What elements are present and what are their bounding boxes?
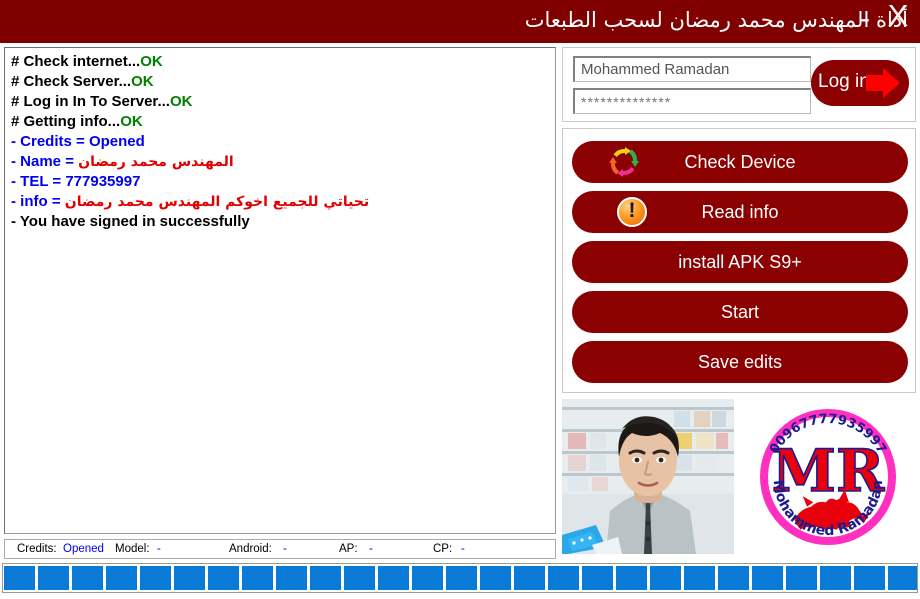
progress-segment bbox=[106, 566, 137, 590]
check-device-button[interactable]: Check Device bbox=[572, 141, 908, 183]
start-button[interactable]: Start bbox=[572, 291, 908, 333]
status-cp-label: CP: bbox=[433, 543, 453, 555]
progress-bar bbox=[2, 563, 918, 593]
progress-segment bbox=[786, 566, 817, 590]
status-bar: Credits: Opened Model: - Android: - AP: … bbox=[4, 539, 556, 559]
progress-segment bbox=[208, 566, 239, 590]
log-line: - info = تحياتي للجميع اخوكم المهندس محم… bbox=[11, 193, 370, 210]
status-cp-value: - bbox=[461, 543, 465, 555]
log-output-panel[interactable]: # Check internet...OK # Check Server...OK… bbox=[4, 47, 556, 534]
status-android-value: - bbox=[283, 543, 287, 555]
developer-photo bbox=[562, 399, 734, 554]
progress-segment bbox=[854, 566, 885, 590]
progress-segment bbox=[174, 566, 205, 590]
login-button[interactable]: Log in bbox=[811, 60, 909, 106]
progress-segment bbox=[820, 566, 851, 590]
save-edits-label: Save edits bbox=[697, 352, 783, 372]
progress-segment bbox=[310, 566, 341, 590]
refresh-cycle-icon bbox=[608, 146, 640, 178]
progress-segment bbox=[140, 566, 171, 590]
log-line: # Check internet...OK bbox=[11, 53, 163, 70]
status-model-value: - bbox=[157, 543, 161, 555]
progress-segment bbox=[378, 566, 409, 590]
progress-segment bbox=[650, 566, 681, 590]
password-input[interactable] bbox=[573, 88, 811, 114]
status-model-label: Model: bbox=[115, 543, 150, 555]
progress-segment bbox=[72, 566, 103, 590]
progress-segment bbox=[446, 566, 477, 590]
status-ap-value: - bbox=[369, 543, 373, 555]
titlebar: أداة المهندس محمد رمضان لسحب الطبعات - X bbox=[0, 0, 920, 43]
warning-circle-icon bbox=[617, 197, 647, 227]
log-line: - Credits = Opened bbox=[11, 133, 145, 150]
progress-segment bbox=[344, 566, 375, 590]
install-apk-label: install APK S9+ bbox=[678, 252, 802, 272]
window-title: أداة المهندس محمد رمضان لسحب الطبعات bbox=[524, 8, 908, 32]
log-lines: # Check internet...OK # Check Server...OK… bbox=[5, 48, 555, 232]
log-line: - TEL = 777935997 bbox=[11, 173, 141, 190]
progress-segment bbox=[412, 566, 443, 590]
progress-segment bbox=[242, 566, 273, 590]
log-line: # Getting info...OK bbox=[11, 113, 143, 130]
login-panel: Log in bbox=[562, 47, 916, 122]
progress-segment bbox=[480, 566, 511, 590]
progress-segment bbox=[276, 566, 307, 590]
status-credits-label: Credits: bbox=[17, 543, 57, 555]
log-line: # Check Server...OK bbox=[11, 73, 154, 90]
log-line: - You have signed in successfully bbox=[11, 213, 250, 230]
save-edits-button[interactable]: Save edits bbox=[572, 341, 908, 383]
progress-segment bbox=[4, 566, 35, 590]
arrow-right-icon-head bbox=[883, 68, 900, 98]
progress-segment bbox=[38, 566, 69, 590]
start-label: Start bbox=[720, 302, 759, 322]
progress-segment bbox=[684, 566, 715, 590]
progress-segment bbox=[616, 566, 647, 590]
app-window: أداة المهندس محمد رمضان لسحب الطبعات - X… bbox=[0, 0, 920, 599]
username-input[interactable] bbox=[573, 56, 811, 82]
log-line: # Log in In To Server...OK bbox=[11, 93, 193, 110]
actions-panel: Check Device Read info install APK S9+ S… bbox=[562, 128, 916, 393]
install-apk-button[interactable]: install APK S9+ bbox=[572, 241, 908, 283]
close-button[interactable]: X bbox=[884, 0, 912, 35]
progress-segment bbox=[888, 566, 917, 590]
status-android-label: Android: bbox=[229, 543, 272, 555]
log-line: - Name = المهندس محمد رمضان bbox=[11, 153, 234, 170]
login-button-label: Log in bbox=[818, 71, 870, 92]
progress-segment bbox=[548, 566, 579, 590]
progress-segment bbox=[752, 566, 783, 590]
brand-logo: MR 00967777935997 Mohammed Ramadan bbox=[742, 399, 914, 554]
status-ap-label: AP: bbox=[339, 543, 358, 555]
progress-segment bbox=[514, 566, 545, 590]
progress-segment bbox=[718, 566, 749, 590]
read-info-button[interactable]: Read info bbox=[572, 191, 908, 233]
minimize-button[interactable]: - bbox=[854, 4, 876, 34]
progress-segment bbox=[582, 566, 613, 590]
status-credits-value: Opened bbox=[63, 543, 104, 555]
